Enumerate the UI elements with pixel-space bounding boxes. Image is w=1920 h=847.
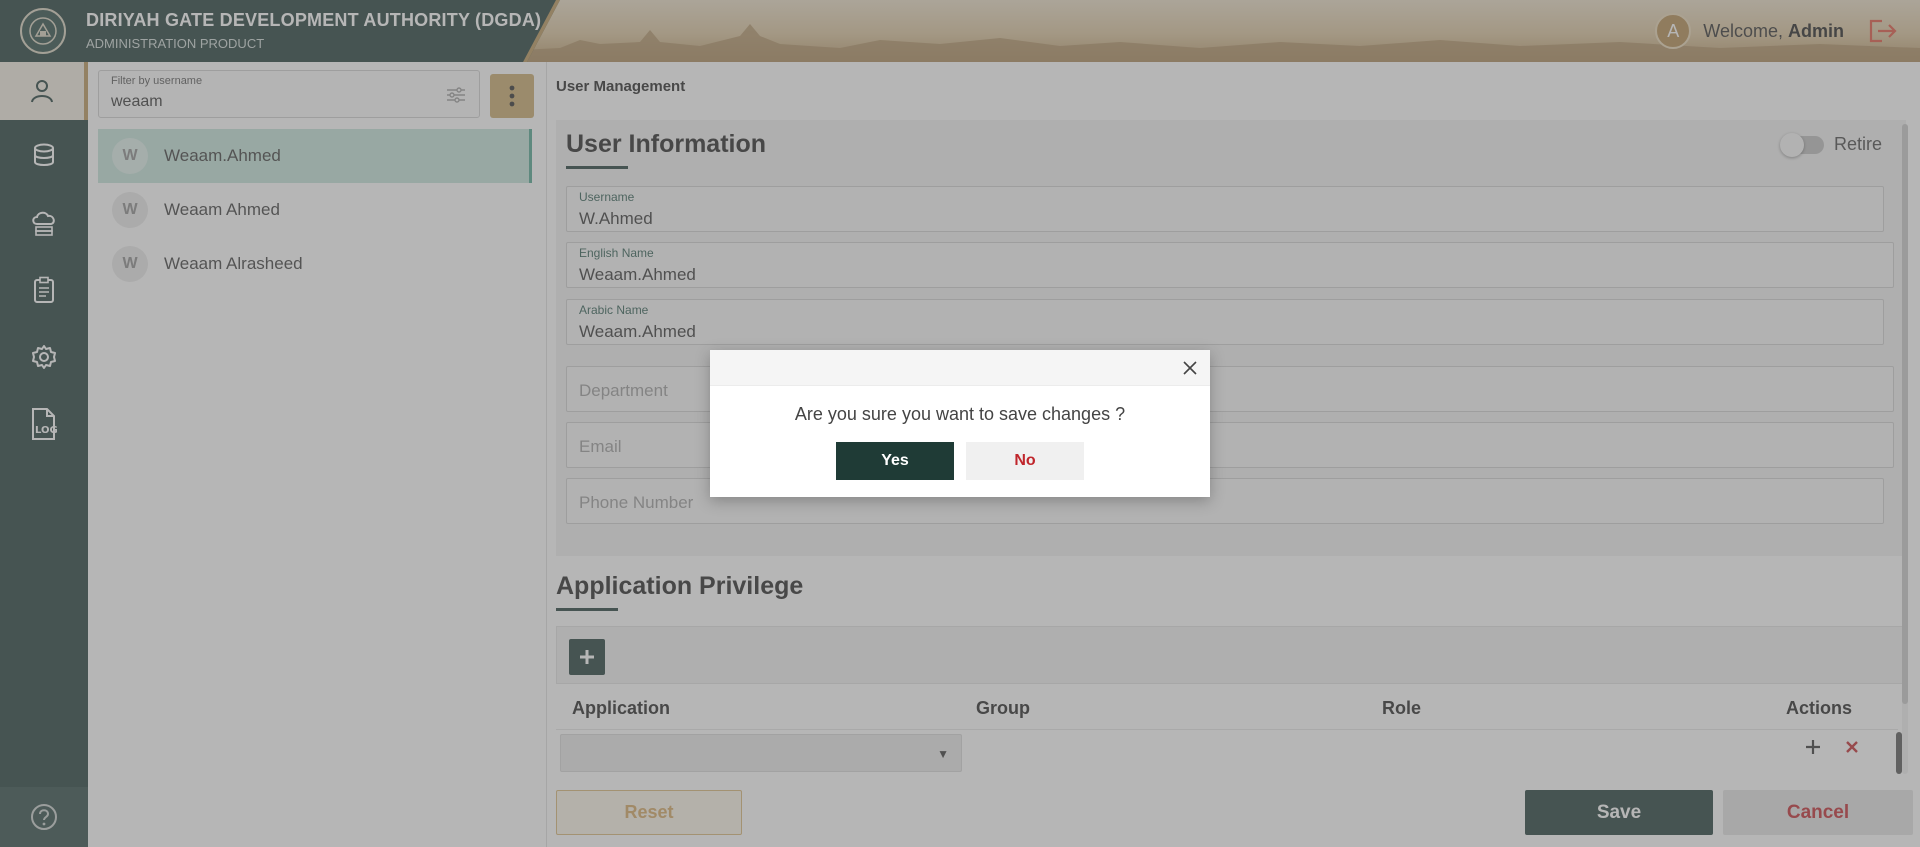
confirm-yes-button[interactable]: Yes: [836, 442, 954, 480]
close-icon[interactable]: [1180, 358, 1200, 378]
confirm-save-dialog: Are you sure you want to save changes ? …: [710, 350, 1210, 497]
confirm-no-button[interactable]: No: [966, 442, 1084, 480]
dialog-message: Are you sure you want to save changes ?: [794, 404, 1126, 424]
dialog-header: [710, 350, 1210, 386]
